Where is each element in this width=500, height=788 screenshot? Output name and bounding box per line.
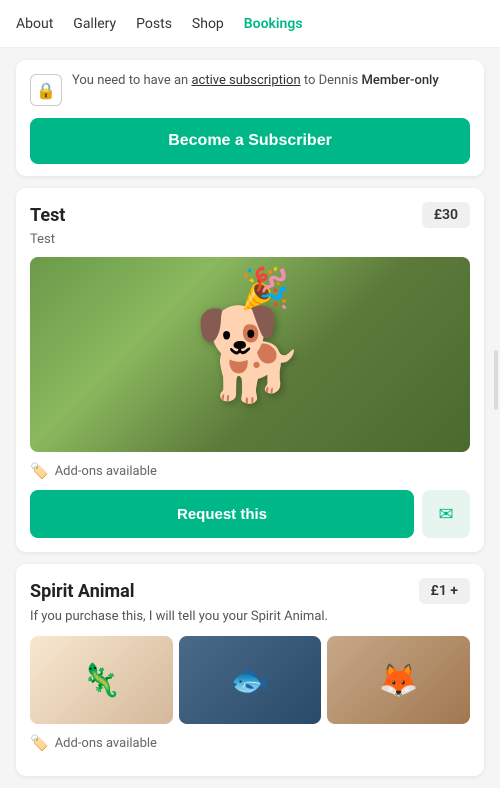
spirit-addons-label: Add-ons available (55, 736, 157, 751)
lock-icon: 🔒 (36, 81, 56, 100)
scrollbar[interactable] (494, 350, 498, 410)
subscription-notice: 🔒 You need to have an active subscriptio… (30, 72, 470, 106)
nav-about[interactable]: About (16, 12, 53, 36)
gallery-image-1: 🦎 (30, 636, 173, 724)
test-addons-label: Add-ons available (55, 464, 157, 479)
test-card-price: £30 (422, 202, 470, 228)
gallery-img-1-icon: 🦎 (81, 661, 121, 699)
test-card-header: Test £30 (30, 202, 470, 228)
test-card-subtitle: Test (30, 232, 470, 247)
spirit-animal-price: £1 + (419, 578, 470, 604)
notice-mid: to Dennis (301, 73, 362, 88)
nav-gallery[interactable]: Gallery (73, 12, 116, 36)
gallery-img-3-icon: 🦊 (379, 661, 419, 699)
spirit-addons-row: 🏷️ Add-ons available (30, 734, 470, 752)
become-subscriber-button[interactable]: Become a Subscriber (30, 118, 470, 164)
lock-icon-wrap: 🔒 (30, 74, 62, 106)
spirit-animal-gallery: 🦎 🐟 🦊 (30, 636, 470, 724)
request-this-button[interactable]: Request this (30, 490, 414, 538)
gallery-image-3: 🦊 (327, 636, 470, 724)
test-addons-row: 🏷️ Add-ons available (30, 462, 470, 480)
top-navigation: About Gallery Posts Shop Bookings (0, 0, 500, 48)
nav-bookings[interactable]: Bookings (244, 12, 303, 36)
notice-prefix: You need to have an (72, 73, 191, 88)
test-card-actions: Request this ✉ (30, 490, 470, 538)
spirit-animal-card: Spirit Animal £1 + If you purchase this,… (16, 564, 484, 776)
nav-posts[interactable]: Posts (136, 12, 172, 36)
addons-icon: 🏷️ (30, 462, 49, 480)
spirit-addons-icon: 🏷️ (30, 734, 49, 752)
gallery-img-2-icon: 🐟 (230, 661, 270, 699)
notice-link[interactable]: active subscription (191, 73, 300, 88)
test-card-title: Test (30, 205, 65, 226)
spirit-animal-header: Spirit Animal £1 + (30, 578, 470, 604)
subscription-banner: 🔒 You need to have an active subscriptio… (16, 60, 484, 176)
email-button[interactable]: ✉ (422, 490, 470, 538)
spirit-animal-title: Spirit Animal (30, 581, 135, 602)
spirit-animal-description: If you purchase this, I will tell you yo… (30, 608, 470, 626)
test-card-image: 🐕 🎉 (30, 257, 470, 452)
subscription-text: You need to have an active subscription … (72, 72, 439, 90)
corgi-emoji: 🐕 (194, 302, 306, 407)
member-text: Member-only (362, 73, 439, 88)
party-hat-icon: 🎉 (240, 265, 290, 312)
email-icon: ✉ (438, 504, 453, 525)
gallery-image-2: 🐟 (179, 636, 322, 724)
page-content: 🔒 You need to have an active subscriptio… (0, 48, 500, 788)
nav-shop[interactable]: Shop (192, 12, 224, 36)
test-booking-card: Test £30 Test 🐕 🎉 🏷️ Add-ons available R… (16, 188, 484, 552)
